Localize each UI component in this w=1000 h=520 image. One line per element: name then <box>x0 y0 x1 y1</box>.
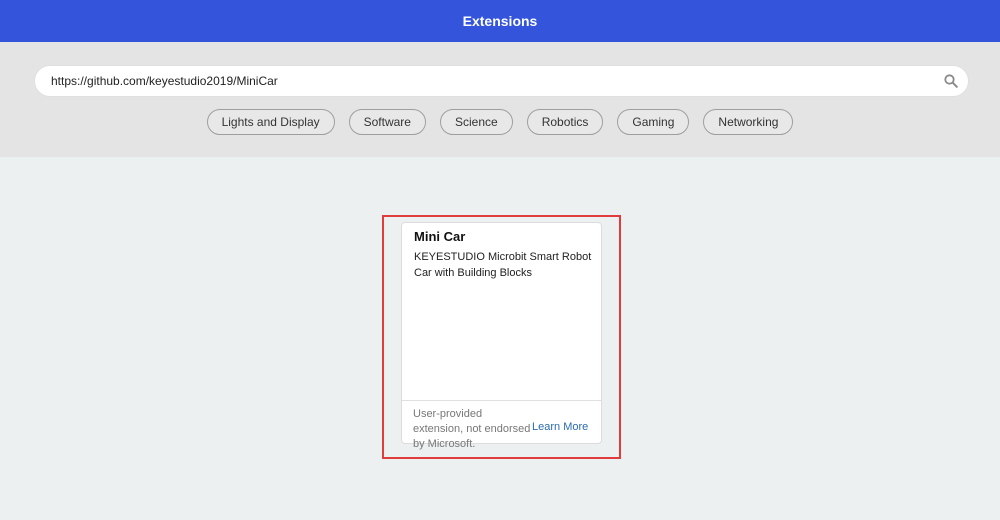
category-pills: Lights and Display Software Science Robo… <box>0 109 1000 135</box>
disclaimer-text: User-provided extension, not endorsed by… <box>413 408 531 450</box>
category-science[interactable]: Science <box>439 109 513 135</box>
search-input[interactable] <box>35 66 934 96</box>
app-header: Extensions <box>0 0 1000 42</box>
search-band: Lights and Display Software Science Robo… <box>0 42 1000 157</box>
category-software[interactable]: Software <box>348 109 426 135</box>
card-description: KEYESTUDIO Microbit Smart Robot Car with… <box>414 251 592 279</box>
card-title: Mini Car <box>414 229 466 244</box>
header-title: Extensions <box>462 13 538 29</box>
category-lights-and-display[interactable]: Lights and Display <box>206 109 335 135</box>
search-box[interactable] <box>34 65 969 97</box>
category-networking[interactable]: Networking <box>703 109 794 135</box>
card-footer: User-provided extension, not endorsed by… <box>402 400 601 450</box>
extension-card-mini-car[interactable]: Mini Car KEYESTUDIO Microbit Smart Robot… <box>401 222 602 450</box>
search-icon[interactable] <box>934 66 968 96</box>
category-robotics[interactable]: Robotics <box>526 109 604 135</box>
learn-more-link[interactable]: Learn More <box>532 421 588 433</box>
category-gaming[interactable]: Gaming <box>617 109 690 135</box>
